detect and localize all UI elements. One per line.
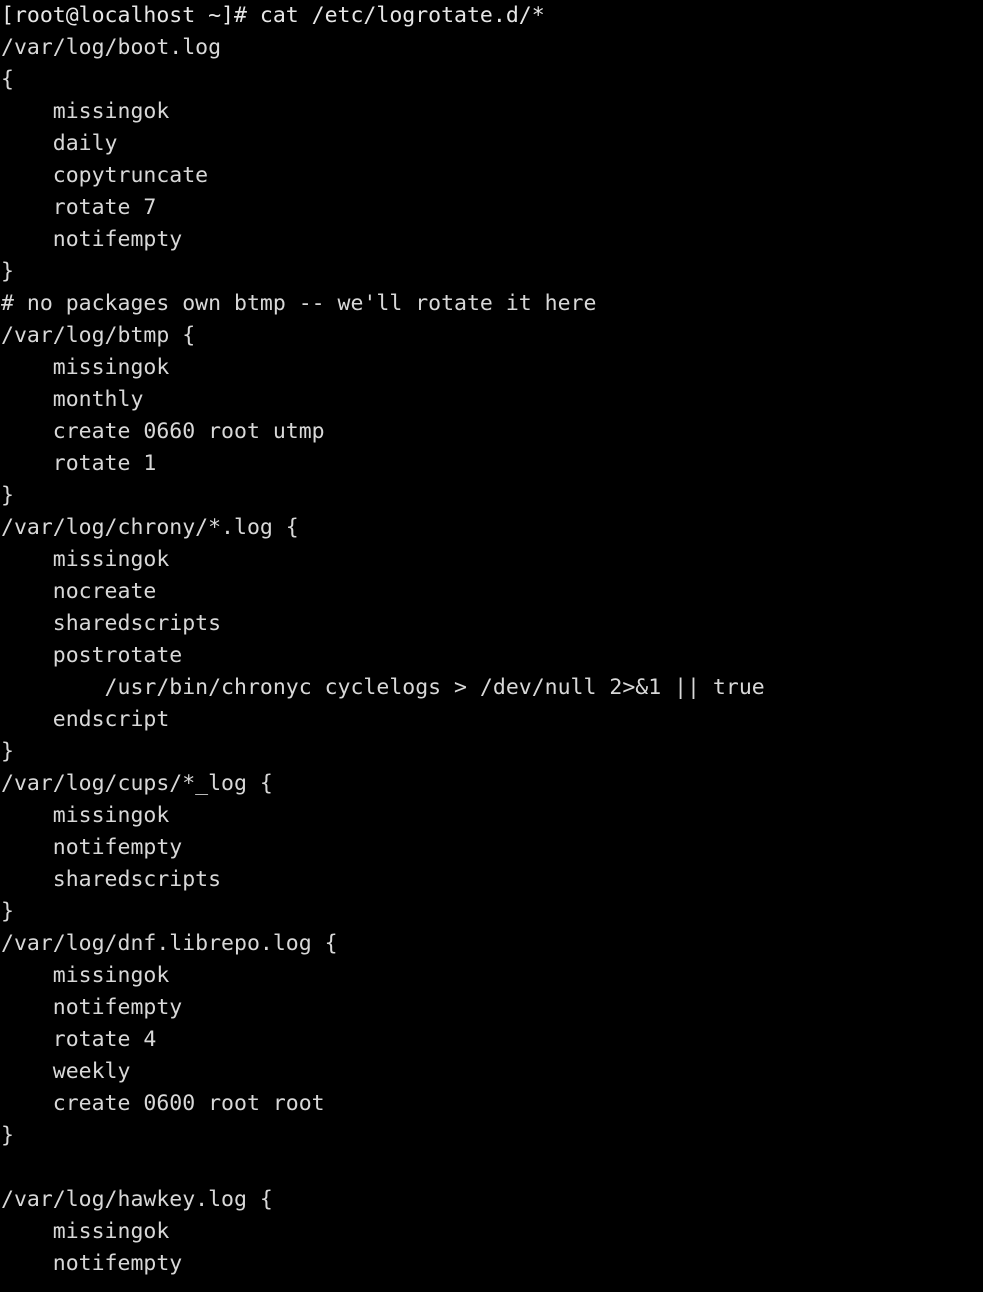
terminal-output-line: }: [1, 739, 14, 764]
terminal-output-line: missingok: [1, 803, 170, 828]
terminal-output-line: rotate 1: [1, 451, 157, 476]
terminal-output-line: /usr/bin/chronyc cyclelogs > /dev/null 2…: [1, 675, 765, 700]
terminal-output-line: notifempty: [1, 227, 183, 252]
terminal-output-line: endscript: [1, 707, 170, 732]
terminal-output-line: nocreate: [1, 579, 157, 604]
terminal-output-line: rotate 7: [1, 195, 157, 220]
terminal-output-line: /var/log/hawkey.log {: [1, 1187, 273, 1212]
terminal-output-line: monthly: [1, 387, 144, 412]
terminal-output-line: daily: [1, 131, 118, 156]
terminal-output-line: }: [1, 259, 14, 284]
terminal-output-line: rotate 4: [1, 1027, 157, 1052]
terminal-output-line: create 0600 root root: [1, 1091, 325, 1116]
terminal-output-line: {: [1, 67, 14, 92]
terminal-output-line: /var/log/chrony/*.log {: [1, 515, 299, 540]
terminal-output-line: /var/log/boot.log: [1, 35, 222, 60]
terminal-output-line: missingok: [1, 99, 170, 124]
terminal-output-line: weekly: [1, 1059, 131, 1084]
terminal-output-line: missingok: [1, 1219, 170, 1244]
terminal-output-line: create 0660 root utmp: [1, 419, 325, 444]
terminal-output-line: notifempty: [1, 1251, 183, 1276]
terminal-output-line: notifempty: [1, 835, 183, 860]
terminal-output-line: }: [1, 483, 14, 508]
terminal-window[interactable]: [root@localhost ~]# cat /etc/logrotate.d…: [0, 0, 983, 1292]
terminal-output-line: missingok: [1, 547, 170, 572]
terminal-output-line: notifempty: [1, 995, 183, 1020]
terminal-output-line: copytruncate: [1, 163, 209, 188]
terminal-output-line: # no packages own btmp -- we'll rotate i…: [1, 291, 597, 316]
terminal-output-line: postrotate: [1, 643, 183, 668]
terminal-output-line: sharedscripts: [1, 611, 222, 636]
terminal-output-line: /var/log/cups/*_log {: [1, 771, 273, 796]
terminal-output-line: sharedscripts: [1, 867, 222, 892]
terminal-output-line: /var/log/dnf.librepo.log {: [1, 931, 338, 956]
terminal-output-line: missingok: [1, 963, 170, 988]
terminal-output-line: }: [1, 899, 14, 924]
terminal-output: [root@localhost ~]# cat /etc/logrotate.d…: [1, 0, 765, 1280]
terminal-output-line: missingok: [1, 355, 170, 380]
terminal-output-line: }: [1, 1123, 14, 1148]
terminal-command-line: [root@localhost ~]# cat /etc/logrotate.d…: [1, 3, 545, 28]
terminal-output-line: /var/log/btmp {: [1, 323, 196, 348]
